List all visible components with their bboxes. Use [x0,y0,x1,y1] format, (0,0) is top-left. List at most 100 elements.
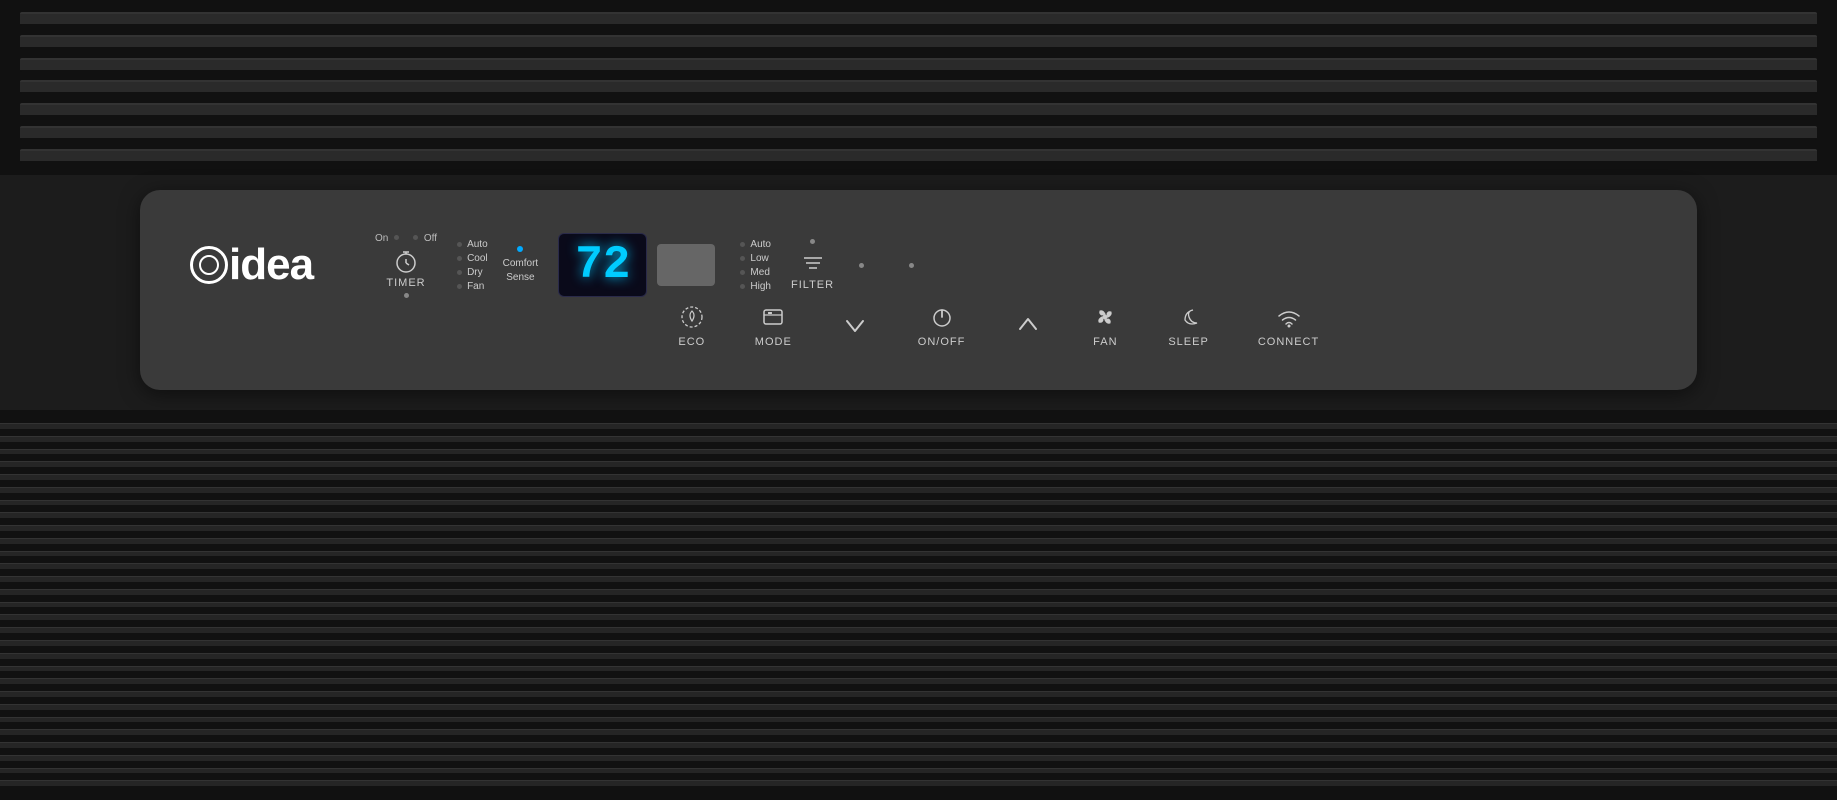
fan-low-label: Low [750,253,768,264]
bottom-slat [0,691,1837,698]
vent-slat [20,58,1817,72]
logo-circle [190,246,228,284]
mode-label: MODE [755,336,792,348]
display-section: 72 [558,233,715,297]
temp-down-button[interactable] [819,311,891,339]
eco-icon [678,303,706,331]
bottom-slat [0,525,1837,532]
power-icon [928,303,956,331]
timer-on-label: On [375,233,399,244]
control-panel: idea On Off [140,190,1697,390]
fan-label: FAN [1093,336,1117,348]
mode-button[interactable]: MODE [733,303,814,348]
filter-label: FILTER [791,279,834,291]
bottom-vent [0,410,1837,800]
bottom-slat [0,768,1837,775]
connect-button[interactable]: CONNECT [1236,303,1341,348]
off-label-text: Off [424,233,437,244]
mode-cool: Cool [457,253,488,264]
timer-icon [392,247,420,275]
fan-button[interactable]: FAN [1069,303,1141,348]
bottom-slat [0,436,1837,443]
off-dot [413,235,418,240]
sleep-top-dot [859,263,864,268]
wifi-icon [1275,303,1303,331]
sleep-icon [1175,303,1203,331]
comfort-sense-section: ComfortSense [503,246,539,285]
temp-display: 72 [558,233,647,297]
bottom-slat [0,780,1837,787]
temp-up-button[interactable] [992,311,1064,339]
bottom-slat [0,666,1837,673]
sleep-dot-section [859,263,864,268]
bottom-slat [0,423,1837,430]
mode-dry-dot [457,270,462,275]
bottom-slat [0,729,1837,736]
fan-med-label: Med [750,267,769,278]
timer-status-dot [404,293,409,298]
bottom-slat [0,742,1837,749]
bottom-slat [0,678,1837,685]
bottom-slat [0,614,1837,621]
mode-fan-label: Fan [467,281,484,292]
ac-unit: idea On Off [0,0,1837,800]
fan-high-label: High [750,281,771,292]
mode-auto: Auto [457,239,488,250]
bottom-slat [0,538,1837,545]
connect-label: CONNECT [1258,336,1319,348]
brand-logo: idea [190,240,350,290]
connect-top-dot [909,263,914,268]
bottom-slat [0,640,1837,647]
connect-dot-section [909,263,914,268]
fan-auto-dot [740,242,745,247]
bottom-slat [0,589,1837,596]
mode-icon [759,303,787,331]
bottom-slat [0,551,1837,558]
timer-off-label: Off [413,233,437,244]
bottom-slat [0,449,1837,456]
panel-top-row: idea On Off [170,233,1667,298]
sleep-button[interactable]: SLEEP [1146,303,1230,348]
mode-fan: Fan [457,281,488,292]
vent-slat [20,80,1817,94]
vent-slat [20,126,1817,140]
timer-section: On Off TI [375,233,437,298]
timer-label: TIMER [386,277,425,289]
vent-slat [20,103,1817,117]
panel-bottom-row: ECO MODE [170,303,1667,348]
mode-auto-label: Auto [467,239,488,250]
bottom-slat [0,500,1837,507]
fan-icon [1091,303,1119,331]
sleep-label: SLEEP [1168,336,1208,348]
bottom-slat [0,717,1837,724]
mode-fan-dot [457,284,462,289]
bottom-slat [0,487,1837,494]
bottom-slat [0,755,1837,762]
eco-button[interactable]: ECO [656,303,728,348]
bottom-slat [0,474,1837,481]
mode-dry: Dry [457,267,488,278]
bottom-slat [0,704,1837,711]
top-vent [0,0,1837,175]
on-dot [394,235,399,240]
on-off-label: ON/OFF [918,336,966,348]
filter-dot [810,239,815,244]
mode-auto-dot [457,242,462,247]
bottom-slat [0,461,1837,468]
temp-unit-display [657,244,715,286]
fan-med-dot [740,270,745,275]
fan-auto: Auto [740,239,771,250]
bottom-slat [0,576,1837,583]
logo-inner-circle [199,255,219,275]
fan-high: High [740,281,771,292]
vent-slat [20,12,1817,26]
mode-dry-label: Dry [467,267,483,278]
mode-cool-label: Cool [467,253,488,264]
filter-section: FILTER [791,239,834,291]
bottom-slat [0,653,1837,660]
temp-up-icon [1014,311,1042,339]
temp-down-icon [841,311,869,339]
bottom-slat [0,602,1837,609]
bottom-slat [0,563,1837,570]
on-off-button[interactable]: ON/OFF [896,303,988,348]
